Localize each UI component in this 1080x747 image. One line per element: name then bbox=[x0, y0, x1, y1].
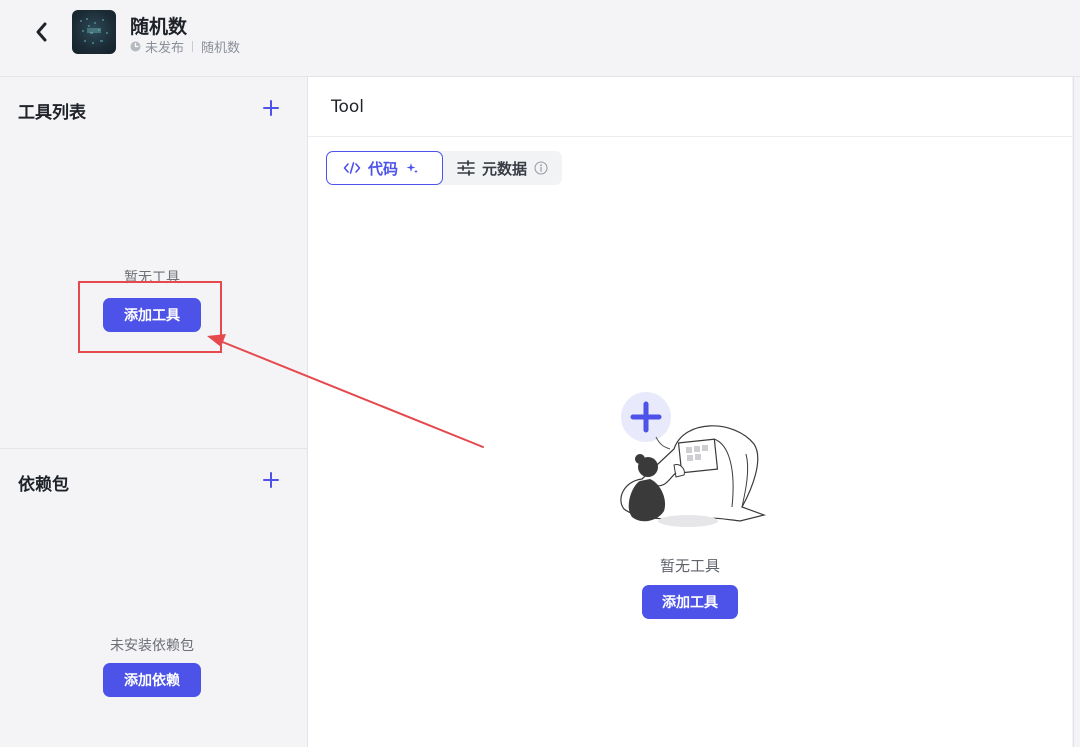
tab-code[interactable]: 代码 bbox=[326, 151, 443, 185]
tab-metadata[interactable]: 元数据 bbox=[443, 151, 562, 185]
section-divider bbox=[0, 448, 307, 449]
empty-state-illustration bbox=[614, 389, 774, 529]
tool-list-title: 工具列表 bbox=[18, 103, 86, 123]
chevron-left-icon bbox=[36, 22, 47, 42]
main-panel: Tool 代码 元数据 暂无工具 添加工具 bbox=[308, 77, 1072, 747]
add-dependency-button[interactable]: 添加依赖 bbox=[103, 663, 201, 697]
publish-status: 未发布 bbox=[145, 40, 185, 56]
add-tool-icon-button[interactable] bbox=[260, 97, 282, 119]
back-button[interactable] bbox=[28, 18, 56, 46]
annotation-highlight-box bbox=[78, 281, 222, 353]
dependency-empty-text: 未安装依赖包 bbox=[110, 638, 194, 654]
app-avatar bbox=[72, 10, 116, 54]
sliders-icon bbox=[457, 160, 475, 176]
plus-icon bbox=[263, 472, 279, 488]
tab-group: 代码 元数据 bbox=[326, 151, 563, 185]
tab-metadata-label: 元数据 bbox=[482, 159, 528, 178]
main-empty-text: 暂无工具 bbox=[659, 557, 720, 575]
main-add-tool-button[interactable]: 添加工具 bbox=[642, 585, 738, 619]
app-title: 随机数 bbox=[130, 16, 188, 38]
app-category: 随机数 bbox=[201, 40, 241, 56]
top-header: 随机数 未发布 随机数 bbox=[0, 0, 1080, 77]
right-gutter bbox=[1073, 77, 1080, 747]
app-meta: 未发布 随机数 bbox=[130, 38, 241, 56]
status-clock-icon bbox=[130, 41, 141, 52]
plus-icon bbox=[263, 100, 279, 116]
main-title: Tool bbox=[331, 97, 365, 117]
left-panel: 工具列表 暂无工具 添加工具 依赖包 未安装依赖包 添加依赖 bbox=[0, 77, 308, 747]
info-icon bbox=[534, 161, 548, 175]
tab-code-label: 代码 bbox=[368, 159, 399, 178]
meta-divider bbox=[192, 40, 194, 52]
dependency-title: 依赖包 bbox=[18, 475, 69, 495]
code-icon bbox=[343, 162, 361, 174]
main-divider bbox=[308, 136, 1072, 137]
add-dependency-icon-button[interactable] bbox=[260, 469, 282, 491]
sparkle-icon bbox=[406, 163, 419, 174]
